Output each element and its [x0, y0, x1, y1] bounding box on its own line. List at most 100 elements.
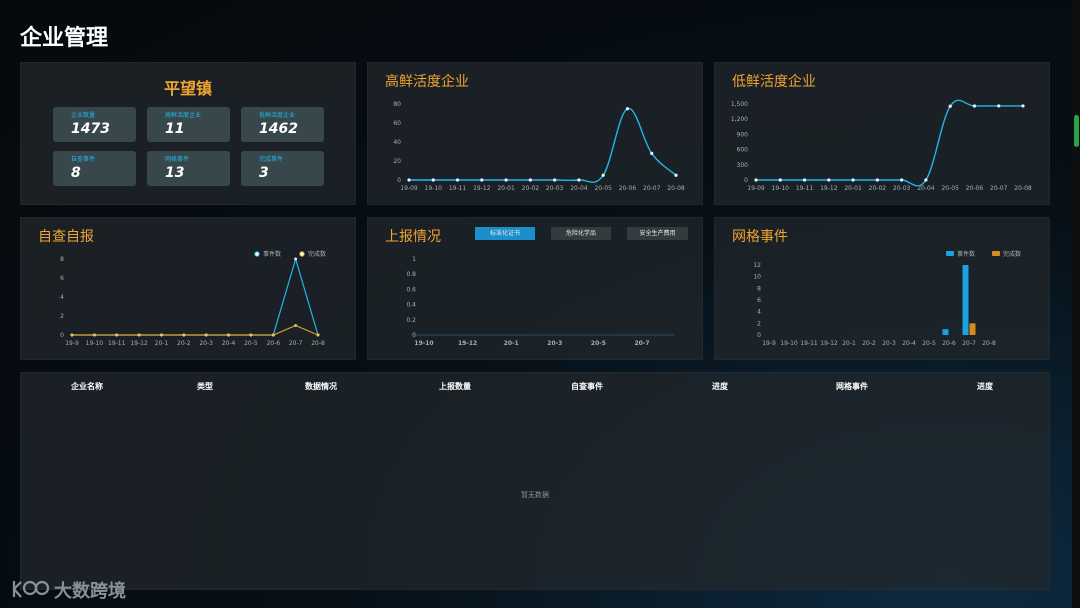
data-point — [182, 333, 186, 337]
self-check-chart: 0 2 4 6 8 19-9 19-10 19-11 19-12 20-1 20-2 20-3 20-4… — [60, 250, 326, 347]
y-tick-label: 1,500 — [731, 101, 748, 108]
legend-marker — [299, 251, 305, 257]
x-tick-label: 20-2 — [862, 340, 876, 347]
stat-card-self-check-events[interactable]: 自查事件 8 — [53, 151, 136, 186]
column-header-grid-progress[interactable]: 进度 — [977, 381, 993, 392]
y-tick-label: 6 — [757, 297, 761, 304]
report-status-panel: 上报情况 标准化证书 危险化学品 安全生产费用 00.20.40.60.8119… — [367, 217, 703, 360]
legend-label: 完成数 — [308, 250, 326, 258]
stat-card-high-activity[interactable]: 高鲜活度企业 11 — [147, 107, 230, 142]
column-header-data-status[interactable]: 数据情况 — [305, 381, 337, 392]
page-title: 企业管理 — [20, 26, 109, 51]
legend-marker — [254, 251, 260, 257]
data-point — [802, 178, 807, 182]
y-tick-label: 1,200 — [731, 116, 748, 123]
y-tick-label: 2 — [60, 313, 64, 320]
stat-label: 自查事件 — [71, 156, 96, 163]
y-tick-label: 60 — [393, 120, 401, 127]
stat-value: 13 — [165, 165, 185, 181]
bar — [962, 265, 969, 335]
data-point — [674, 173, 678, 177]
data-point — [754, 178, 758, 182]
legend-label: 完成数 — [1003, 250, 1021, 258]
stat-card-grid-events[interactable]: 网格事件 13 — [147, 151, 230, 186]
x-tick-label: 19-10 — [772, 185, 790, 192]
data-point — [528, 178, 532, 182]
x-tick-label: 20-5 — [244, 340, 258, 347]
data-point — [480, 178, 484, 182]
x-tick-label: 20-1 — [504, 340, 519, 347]
x-tick-label: 20-6 — [266, 340, 280, 347]
y-tick-label: 80 — [393, 101, 401, 108]
x-tick-label: 19-11 — [796, 185, 814, 192]
x-tick-label: 20-1 — [155, 340, 169, 347]
series-line — [756, 99, 1024, 187]
x-tick-label: 19-10 — [780, 340, 798, 347]
y-tick-label: 0 — [744, 177, 748, 184]
x-tick-label: 20-02 — [869, 185, 887, 192]
data-point — [650, 151, 654, 155]
data-point — [204, 333, 208, 337]
stat-card-enterprise-count[interactable]: 企业数量 1473 — [53, 107, 136, 142]
stat-label: 低鲜活度企业 — [259, 112, 296, 119]
x-tick-label: 20-8 — [311, 340, 325, 347]
y-tick-label: 0 — [757, 332, 761, 339]
x-tick-label: 19-10 — [86, 340, 104, 347]
data-point — [316, 333, 320, 337]
data-point — [851, 178, 855, 182]
column-header-progress[interactable]: 进度 — [712, 381, 728, 392]
x-tick-label: 20-3 — [547, 340, 562, 347]
column-header-grid-events[interactable]: 网格事件 — [836, 381, 868, 392]
y-tick-label: 0 — [60, 332, 64, 339]
column-header-report-count[interactable]: 上报数量 — [439, 381, 471, 392]
stat-value: 11 — [165, 121, 185, 137]
legend-label: 事件数 — [263, 250, 281, 258]
data-point — [407, 178, 411, 182]
data-point — [294, 257, 298, 261]
data-point — [294, 324, 298, 327]
x-tick-label: 19-9 — [65, 340, 79, 347]
y-tick-label: 0.2 — [406, 317, 416, 324]
scrollbar-thumb[interactable] — [1074, 115, 1079, 147]
column-header-enterprise-name[interactable]: 企业名称 — [71, 381, 103, 392]
data-point — [924, 178, 928, 182]
x-tick-label: 20-1 — [842, 340, 856, 347]
data-point — [159, 333, 163, 337]
town-summary-panel: 平望镇 企业数量 1473 高鲜活度企业 11 低鲜活度企业 1462 自查事件… — [20, 62, 356, 205]
x-tick-label: 20-06 — [966, 185, 984, 192]
stat-card-low-activity[interactable]: 低鲜活度企业 1462 — [241, 107, 324, 142]
x-tick-label: 20-3 — [882, 340, 896, 347]
data-point — [601, 173, 605, 177]
x-tick-label: 19-12 — [820, 185, 838, 192]
x-tick-label: 20-03 — [546, 185, 564, 192]
x-tick-label: 20-08 — [667, 185, 685, 192]
brand-name: 大数跨境 — [54, 581, 126, 602]
x-tick-label: 20-02 — [522, 185, 540, 192]
x-tick-label: 20-7 — [962, 340, 976, 347]
y-tick-label: 2 — [757, 320, 761, 327]
x-tick-label: 19-10 — [425, 185, 443, 192]
low-activity-panel: 低鲜活度企业 0 300 600 900 1,200 1,500 19-09 19-10 19-… — [714, 62, 1050, 205]
stat-card-completed-events[interactable]: 完成事件 3 — [241, 151, 324, 186]
x-tick-label: 20-4 — [902, 340, 916, 347]
column-header-type[interactable]: 类型 — [197, 381, 213, 392]
data-point — [625, 107, 630, 111]
series-line — [72, 324, 319, 336]
vertical-scrollbar[interactable] — [1072, 0, 1080, 608]
y-tick-label: 1 — [412, 256, 416, 263]
high-activity-chart: 0 20 40 60 80 19-09 19-10 19-11 19-12 20-01 20-02 2… — [393, 101, 685, 192]
y-tick-label: 0 — [397, 177, 401, 184]
x-tick-label: 20-04 — [570, 185, 588, 192]
x-tick-label: 20-06 — [619, 185, 637, 192]
report-status-chart: 00.20.40.60.8119-1019-1220-120-320-520-7 — [406, 256, 675, 347]
x-tick-label: 20-05 — [941, 185, 959, 192]
brand-logo: 大数跨境 — [10, 576, 126, 604]
stat-value: 1462 — [259, 121, 298, 137]
y-tick-label: 6 — [60, 275, 64, 282]
x-tick-label: 20-01 — [497, 185, 515, 192]
x-tick-label: 20-2 — [177, 340, 191, 347]
legend-marker — [946, 251, 954, 256]
legend-marker — [992, 251, 1000, 256]
column-header-self-check-events[interactable]: 自查事件 — [571, 381, 603, 392]
x-tick-label: 19-09 — [747, 185, 765, 192]
